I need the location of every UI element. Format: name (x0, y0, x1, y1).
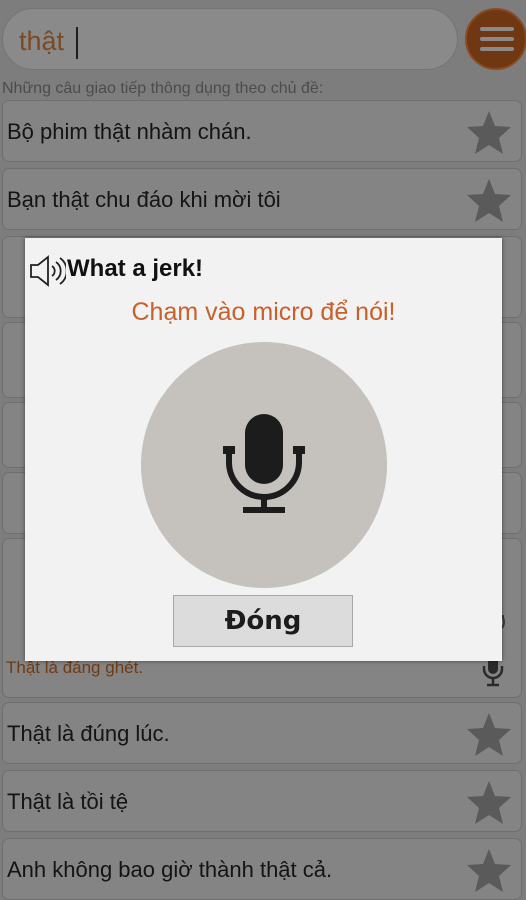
list-item[interactable]: Thật là đúng lúc. (2, 702, 522, 764)
speaker-icon[interactable] (28, 252, 66, 290)
menu-button[interactable] (465, 8, 526, 70)
list-item[interactable]: Bộ phim thật nhàm chán. (2, 100, 522, 162)
dialog-prompt: Chạm vào micro để nói! (131, 298, 396, 326)
star-icon[interactable] (465, 778, 513, 826)
star-icon[interactable] (465, 846, 513, 894)
speech-dialog: What a jerk! Chạm vào micro để nói! Đóng (25, 238, 502, 661)
star-icon[interactable] (465, 710, 513, 758)
microphone-icon[interactable] (221, 412, 307, 516)
search-input-value: thật (19, 26, 65, 56)
list-item-label: Thật là tồi tệ (7, 789, 129, 814)
list-item[interactable]: Anh không bao giờ thành thật cả. (2, 838, 522, 900)
close-button[interactable]: Đóng (173, 595, 353, 647)
list-item[interactable]: Thật là tồi tệ (2, 770, 522, 832)
list-item[interactable]: Bạn thật chu đáo khi mời tôi (2, 168, 522, 230)
star-icon[interactable] (465, 176, 513, 224)
list-item-label: Thật là đúng lúc. (7, 721, 170, 746)
section-subtitle: Những câu giao tiếp thông dụng theo chủ … (2, 80, 324, 97)
dialog-title: What a jerk! (67, 255, 204, 282)
star-icon[interactable] (465, 108, 513, 156)
list-item-label: Anh không bao giờ thành thật cả. (7, 857, 333, 882)
hamburger-menu-icon (480, 27, 514, 31)
search-input[interactable]: thật (2, 8, 458, 70)
text-caret (76, 27, 78, 59)
list-item-label: Bộ phim thật nhàm chán. (7, 119, 252, 144)
list-item-label: Bạn thật chu đáo khi mời tôi (7, 187, 281, 212)
expanded-translation: Thật là đáng ghét. (6, 658, 144, 677)
